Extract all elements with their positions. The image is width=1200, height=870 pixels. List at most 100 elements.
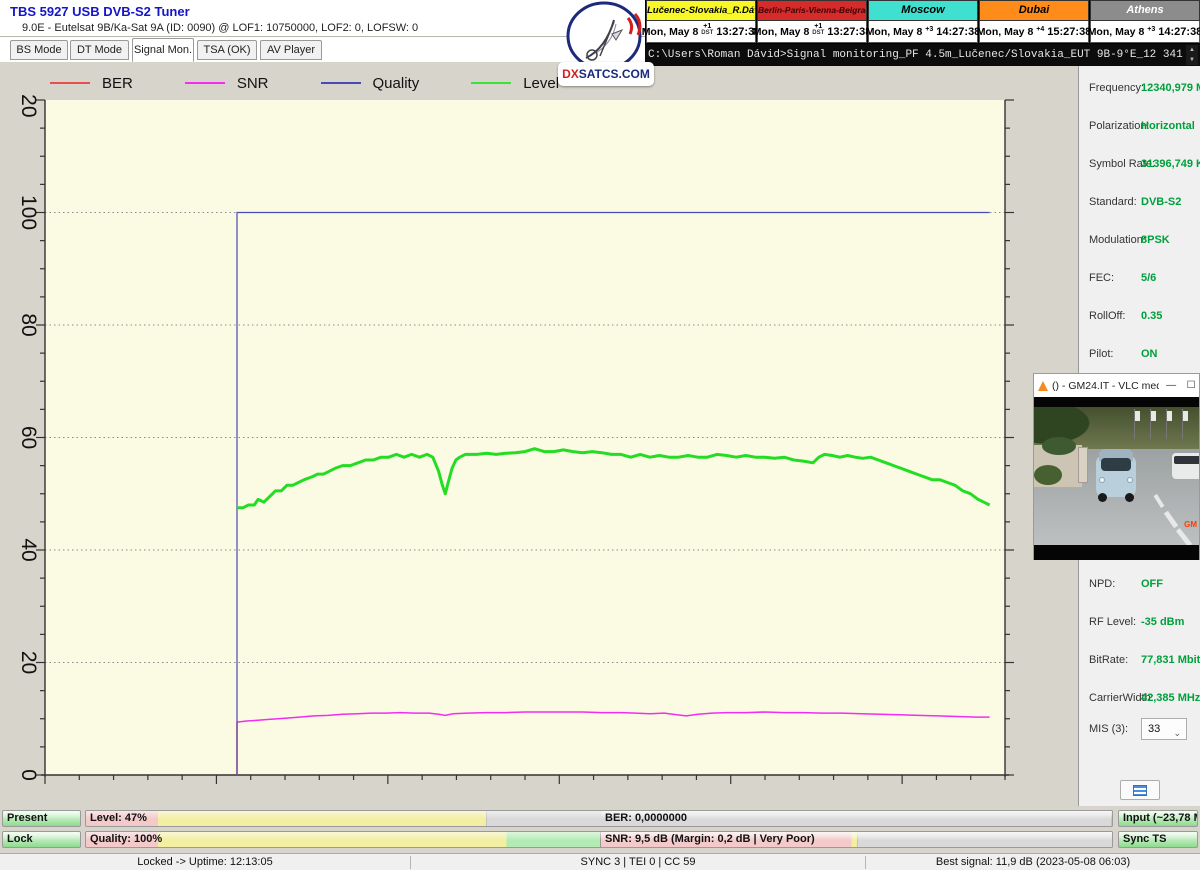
vlc-cone-icon <box>1038 381 1048 391</box>
statusbar: Locked -> Uptime: 12:13:05 SYNC 3 | TEI … <box>0 853 1200 870</box>
clock-date: Mon, May 8 <box>866 26 923 38</box>
statusbar-best-signal: Best signal: 11,9 dB (2023-05-08 06:03) <box>866 856 1200 868</box>
svg-text:0: 0 <box>17 769 40 781</box>
snr-label: SNR: 9,5 dB (Margin: 0,2 dB | Very Poor) <box>605 833 815 845</box>
scroll-down-icon[interactable]: ▼ <box>1189 56 1195 64</box>
input-indicator: Input (~23,78 Mbps) <box>1118 810 1198 827</box>
tab-dt-mode[interactable]: DT Mode <box>70 40 129 60</box>
statusbar-sync: SYNC 3 | TEI 0 | CC 59 <box>411 856 865 868</box>
mis-dropdown[interactable]: 33 ⌄ <box>1141 718 1187 740</box>
scene-bush <box>1042 437 1076 455</box>
world-clocks: Lučenec-Slovakia_R.Dávid Mon, May 8 +1DS… <box>645 0 1200 44</box>
clock-time: Mon, May 8 +3 14:27:38 <box>1090 21 1200 43</box>
logo-dx: DX <box>562 67 579 81</box>
statusbar-uptime: Locked -> Uptime: 12:13:05 <box>0 856 410 868</box>
legend-label: Level <box>523 75 559 92</box>
param-label: RollOff: <box>1089 310 1125 322</box>
satellite-dish-logo-icon <box>556 0 656 66</box>
param-value: 5/6 <box>1141 272 1156 284</box>
param-value: -35 dBm <box>1141 616 1184 628</box>
clock-name: Berlin-Paris-Vienna-Belgrade <box>757 0 867 21</box>
legend-level: Level <box>471 75 559 92</box>
cmd-scrollbar[interactable]: ▲ ▼ <box>1186 45 1198 65</box>
clock-hms: 14:27:38 <box>1158 26 1200 38</box>
param-value: 42,385 MHz <box>1141 692 1200 704</box>
logo-wordmark: DXSATCS.COM <box>558 62 654 86</box>
param-label: Modulation: <box>1089 234 1146 246</box>
panel-top-group: Frequency: 12340,979 MHz Polarization: H… <box>1079 70 1200 374</box>
param-bitrate: BitRate: 77,831 Mbit/s <box>1079 642 1200 680</box>
quality-line-swatch <box>321 82 361 84</box>
param-pilot: Pilot: ON <box>1079 336 1200 374</box>
car-headlight <box>1099 477 1105 483</box>
scene-pillar <box>1078 447 1088 483</box>
param-fec: FEC: 5/6 <box>1079 260 1200 298</box>
sync-ts-label: Sync TS <box>1123 833 1166 845</box>
scroll-up-icon[interactable]: ▲ <box>1189 46 1195 54</box>
car-wheel <box>1098 493 1107 502</box>
param-label: Pilot: <box>1089 348 1113 360</box>
level-line-swatch <box>471 82 511 84</box>
lane-marking <box>1154 494 1165 508</box>
param-value: 31396,749 KS/s <box>1141 158 1200 170</box>
tab-av-player[interactable]: AV Player <box>260 40 322 60</box>
param-value: 8PSK <box>1141 234 1170 246</box>
sync-ts-indicator: Sync TS <box>1118 831 1198 848</box>
param-value: ON <box>1141 348 1158 360</box>
ber-line-swatch <box>50 82 90 84</box>
panel-bottom-group: NPD: OFF RF Level: -35 dBm BitRate: 77,8… <box>1079 566 1200 718</box>
channel-watermark: GM <box>1184 520 1197 529</box>
legend-quality: Quality <box>321 75 420 92</box>
scene-suv-window <box>1174 456 1199 464</box>
scene-microcar <box>1096 449 1136 503</box>
clock-name: Athens <box>1090 0 1200 21</box>
logo-rest: SATCS.COM <box>579 67 650 81</box>
clock-tz: +3 <box>1147 27 1155 33</box>
clock-time: Mon, May 8 +4 15:27:38 <box>979 21 1089 43</box>
clock-athens: Athens Mon, May 8 +3 14:27:38 <box>1089 0 1200 44</box>
clock-lucenec: Lučenec-Slovakia_R.Dávid Mon, May 8 +1DS… <box>645 0 756 44</box>
param-label: Frequency: <box>1089 82 1144 94</box>
dxsatcs-logo: DXSATCS.COM <box>556 0 656 92</box>
scene-flag <box>1151 411 1156 421</box>
car-headlight <box>1127 477 1133 483</box>
param-value: DVB-S2 <box>1141 196 1181 208</box>
panel-action-button[interactable] <box>1120 780 1160 800</box>
minimize-button[interactable]: — <box>1163 380 1179 391</box>
mis-row: MIS (3): 33 ⌄ <box>1079 718 1200 742</box>
scene-flag <box>1135 411 1140 421</box>
param-value: Horizontal <box>1141 120 1195 132</box>
car-wheel <box>1125 493 1134 502</box>
clock-tz: +1DST <box>812 24 824 36</box>
param-value: 77,831 Mbit/s <box>1141 654 1200 666</box>
param-npd: NPD: OFF <box>1079 566 1200 604</box>
vlc-video-scene: GM <box>1034 407 1199 545</box>
clock-date: Mon, May 8 <box>977 26 1034 38</box>
lane-marking <box>1164 511 1178 529</box>
vlc-titlebar[interactable]: () - GM24.IT - VLC med... — ☐ <box>1034 374 1199 397</box>
param-standard: Standard: DVB-S2 <box>1079 184 1200 222</box>
car-windshield <box>1101 458 1131 471</box>
param-label: FEC: <box>1089 272 1114 284</box>
ber-label: BER: 0,0000000 <box>605 812 687 824</box>
clock-name: Dubai <box>979 0 1089 21</box>
param-label: RF Level: <box>1089 616 1136 628</box>
param-rf-level: RF Level: -35 dBm <box>1079 604 1200 642</box>
param-frequency: Frequency: 12340,979 MHz <box>1079 70 1200 108</box>
scene-suv <box>1172 453 1199 479</box>
vlc-video[interactable]: GM <box>1034 397 1199 560</box>
maximize-button[interactable]: ☐ <box>1183 380 1199 391</box>
clock-time: Mon, May 8 +3 14:27:38 <box>868 21 978 43</box>
clock-date: Mon, May 8 <box>1088 26 1145 38</box>
clock-tz: +3 <box>925 27 933 33</box>
legend-snr: SNR <box>185 75 269 92</box>
svg-text:120: 120 <box>17 95 40 118</box>
snr-line-swatch <box>185 82 225 84</box>
param-carrierwidth: CarrierWidth: 42,385 MHz <box>1079 680 1200 718</box>
scene-bush <box>1034 465 1062 485</box>
tab-signal-mon[interactable]: Signal Mon. <box>132 38 194 62</box>
svg-text:20: 20 <box>17 651 40 674</box>
svg-text:100: 100 <box>17 195 40 230</box>
tab-bs-mode[interactable]: BS Mode <box>10 40 68 60</box>
tab-tsa[interactable]: TSA (OK) <box>197 40 257 60</box>
